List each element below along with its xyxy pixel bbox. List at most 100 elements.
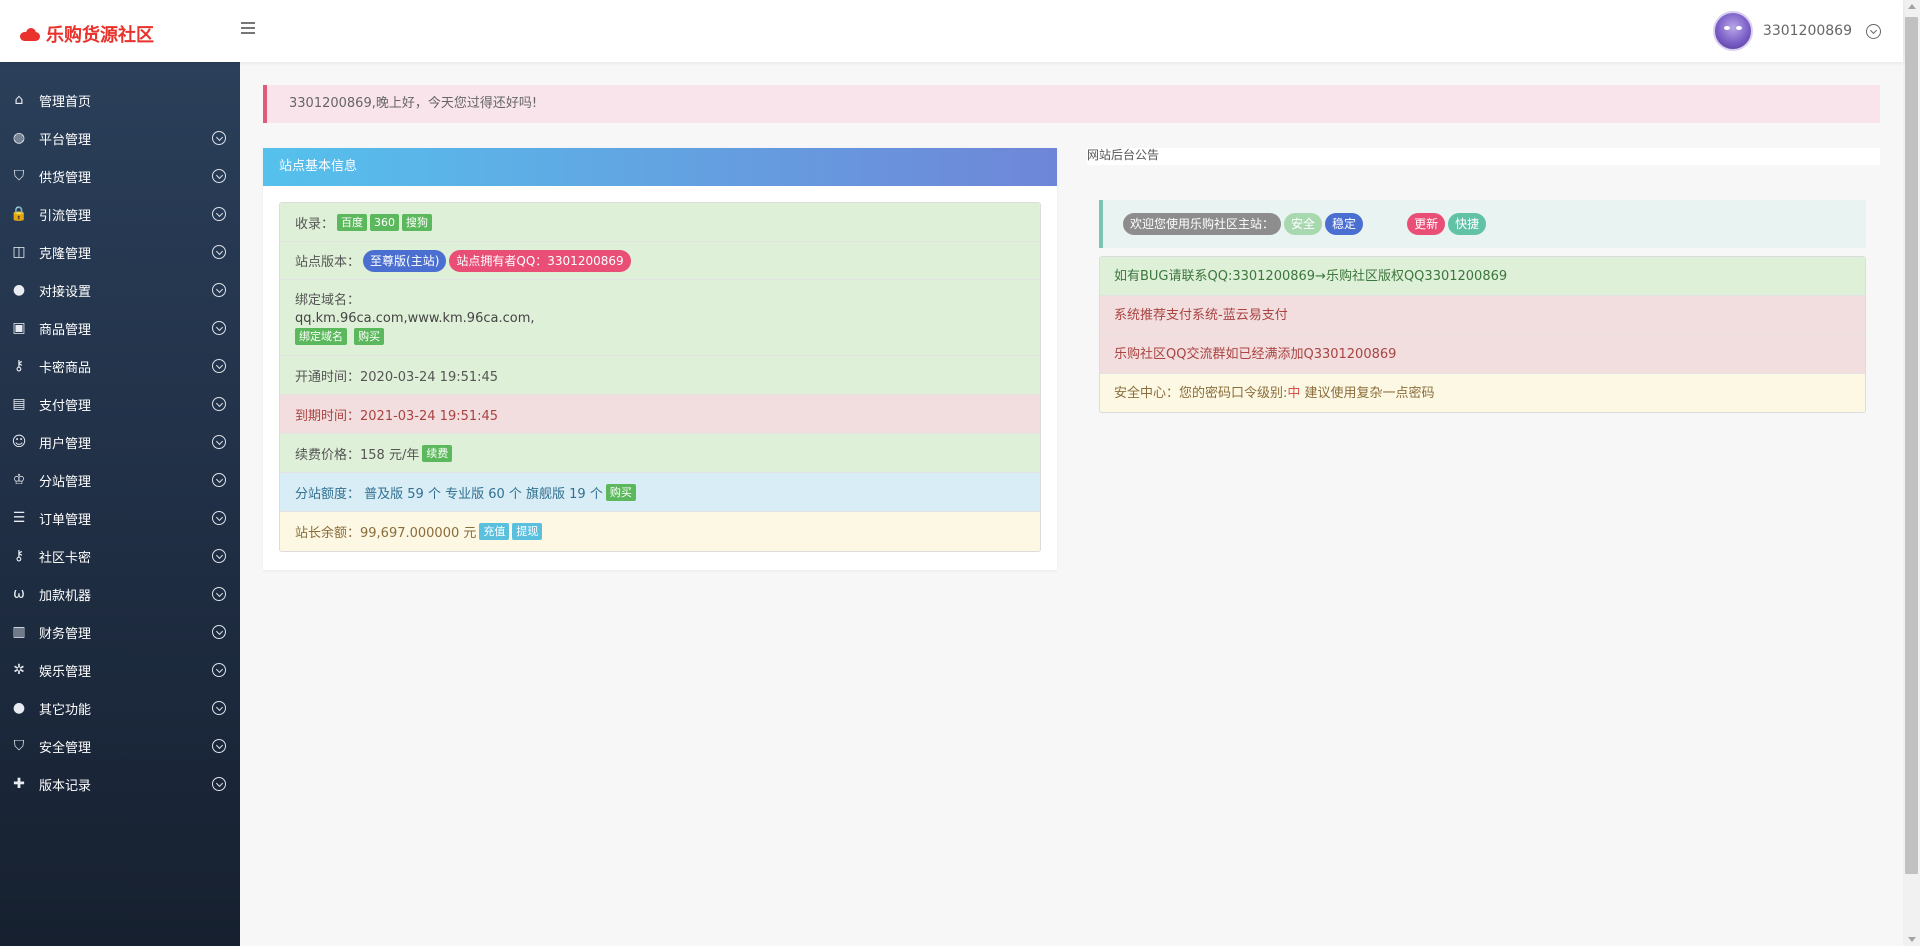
- sidebar-item[interactable]: ◍ 平台管理: [0, 119, 240, 157]
- chevron-down-icon[interactable]: [212, 131, 226, 145]
- chevron-down-icon[interactable]: [212, 663, 226, 677]
- quota-text: 分站额度： 普及版 59 个 专业版 60 个 旗舰版 19 个: [295, 486, 603, 502]
- list-icon: ☰: [12, 510, 26, 526]
- sidebar-item[interactable]: ♔ 分站管理: [0, 461, 240, 499]
- open-time-row: 开通时间：2020-03-24 19:51:45: [280, 356, 1040, 395]
- sidebar-item-label: 订单管理: [39, 512, 92, 528]
- chevron-down-icon[interactable]: [212, 777, 226, 791]
- index-tag-baidu[interactable]: 百度: [337, 213, 368, 231]
- sidebar-item-label: 克隆管理: [39, 246, 92, 262]
- version-row: 站点版本： 至尊版(主站) 站点拥有者QQ：3301200869: [280, 242, 1040, 280]
- sidebar-item-label: 供货管理: [39, 170, 92, 186]
- chevron-down-icon[interactable]: [212, 587, 226, 601]
- pill-efficient: 高效: [1373, 217, 1398, 231]
- sidebar-item[interactable]: 🔒 引流管理: [0, 195, 240, 233]
- chevron-down-icon[interactable]: [212, 359, 226, 373]
- chevron-down-icon[interactable]: [212, 169, 226, 183]
- sidebar-item[interactable]: ◫ 克隆管理: [0, 233, 240, 271]
- notice-title: 网站后台公告: [1087, 148, 1880, 165]
- scroll-up-arrow-icon[interactable]: [1908, 4, 1916, 9]
- index-row: 收录： 百度 360 搜狗: [280, 203, 1040, 242]
- chevron-down-icon[interactable]: [212, 283, 226, 297]
- menu-toggle-icon[interactable]: [241, 22, 255, 34]
- buy-quota-button[interactable]: 购买: [605, 483, 636, 501]
- sidebar-item-label: 引流管理: [39, 208, 92, 224]
- sidebar: ⌂ 管理首页 ◍ 平台管理 ⛉ 供货管理 🔒 引流管理 ◫ 克隆管理 ● 对接设置 ▣ 商品管理 ⚷ 卡密商品…: [0, 62, 240, 946]
- globe-icon: ◍: [12, 130, 26, 146]
- chevron-down-icon[interactable]: [212, 701, 226, 715]
- lock-icon: 🔒: [10, 206, 28, 222]
- sidebar-item[interactable]: ☺ 用户管理: [0, 423, 240, 461]
- balance-row: 站长余额：99,697.000000 元 充值 提现: [280, 512, 1040, 551]
- pill-stable: 稳定: [1325, 213, 1364, 235]
- sidebar-item-label: 娱乐管理: [39, 664, 92, 680]
- chevron-down-icon[interactable]: [212, 397, 226, 411]
- cloud-icon: [20, 27, 42, 41]
- sidebar-item[interactable]: ⛉ 供货管理: [0, 157, 240, 195]
- chevron-down-icon[interactable]: [1866, 23, 1881, 39]
- chevron-down-icon[interactable]: [212, 625, 226, 639]
- domain-label: 绑定域名：: [295, 293, 361, 308]
- index-tag-sogou[interactable]: 搜狗: [402, 213, 433, 231]
- notice-row: 乐购社区QQ交流群如已经满添加Q3301200869: [1100, 335, 1865, 374]
- recharge-button[interactable]: 充值: [479, 523, 510, 540]
- pill-fast: 快捷: [1448, 213, 1487, 235]
- pill-update: 更新: [1407, 213, 1446, 235]
- sidebar-item[interactable]: ● 对接设置: [0, 271, 240, 309]
- brand-logo[interactable]: 乐购货源社区: [20, 21, 154, 47]
- clone-icon: ◫: [12, 244, 26, 260]
- greeting-banner: 3301200869,晚上好，今天您过得还好吗!: [263, 85, 1880, 123]
- shield-icon: ⛉: [13, 738, 25, 754]
- welcome-bar: 欢迎您使用乐购社区主站： 安全 稳定 高效 更新 快捷: [1099, 200, 1866, 248]
- sidebar-item-label: 支付管理: [39, 398, 92, 414]
- sidebar-item[interactable]: ⚷ 社区卡密: [0, 537, 240, 575]
- sidebar-item[interactable]: ▤ 支付管理: [0, 385, 240, 423]
- sidebar-item[interactable]: ⚷ 卡密商品: [0, 347, 240, 385]
- scroll-thumb[interactable]: [1905, 17, 1918, 874]
- sidebar-item[interactable]: ✚ 版本记录: [0, 765, 240, 803]
- bind-domain-button[interactable]: 绑定域名: [295, 328, 347, 345]
- renew-button[interactable]: 续费: [422, 444, 453, 462]
- sidebar-item[interactable]: ☰ 订单管理: [0, 499, 240, 537]
- security-suffix: 建议使用复杂一点密码: [1300, 386, 1435, 401]
- sidebar-item[interactable]: ▥ 财务管理: [0, 613, 240, 651]
- domain-value: qq.km.96ca.com,www.km.96ca.com,: [295, 311, 535, 326]
- signpost-icon: ✚: [13, 776, 25, 792]
- machine-icon: ω: [13, 586, 25, 602]
- page-scrollbar[interactable]: [1903, 0, 1920, 946]
- withdraw-button[interactable]: 提现: [512, 523, 543, 540]
- chevron-down-icon[interactable]: [212, 549, 226, 563]
- sidebar-item-label: 其它功能: [39, 702, 92, 718]
- sidebar-item-label: 安全管理: [39, 740, 92, 756]
- chevron-down-icon[interactable]: [212, 473, 226, 487]
- user-menu[interactable]: 3301200869: [1712, 11, 1881, 51]
- chevron-down-icon[interactable]: [212, 739, 226, 753]
- chevron-down-icon[interactable]: [212, 511, 226, 525]
- index-tag-360[interactable]: 360: [370, 213, 400, 231]
- sitemap-icon: ♔: [12, 472, 26, 488]
- username[interactable]: 3301200869: [1763, 23, 1852, 39]
- security-row: 安全中心：您的密码口令级别:中 建议使用复杂一点密码: [1100, 374, 1865, 412]
- chevron-down-icon[interactable]: [212, 435, 226, 449]
- sidebar-item[interactable]: ⛉ 安全管理: [0, 727, 240, 765]
- avatar[interactable]: [1712, 11, 1753, 51]
- sidebar-item-label: 平台管理: [39, 132, 92, 148]
- sidebar-item-label: 卡密商品: [39, 360, 92, 376]
- quota-row: 分站额度： 普及版 59 个 专业版 60 个 旗舰版 19 个 购买: [280, 473, 1040, 512]
- sidebar-item-label: 分站管理: [39, 474, 92, 490]
- chevron-down-icon[interactable]: [212, 245, 226, 259]
- sidebar-item[interactable]: ● 其它功能: [0, 689, 240, 727]
- site-info-panel: 站点基本信息 收录： 百度 360 搜狗 站点版本： 至尊版(主站) 站点拥有者…: [263, 148, 1057, 570]
- brand-name: 乐购货源社区: [46, 25, 154, 46]
- chevron-down-icon[interactable]: [212, 321, 226, 335]
- sidebar-item[interactable]: ✲ 娱乐管理: [0, 651, 240, 689]
- sidebar-item[interactable]: ▣ 商品管理: [0, 309, 240, 347]
- sidebar-item-label: 版本记录: [39, 778, 92, 794]
- scroll-down-arrow-icon[interactable]: [1908, 937, 1916, 942]
- chevron-down-icon[interactable]: [212, 207, 226, 221]
- buy-domain-button[interactable]: 购买: [354, 328, 385, 345]
- key-icon: ⚷: [13, 548, 25, 564]
- sidebar-item[interactable]: ω 加款机器: [0, 575, 240, 613]
- renew-row: 续费价格：158 元/年 续费: [280, 434, 1040, 473]
- sidebar-item[interactable]: ⌂ 管理首页: [0, 81, 240, 119]
